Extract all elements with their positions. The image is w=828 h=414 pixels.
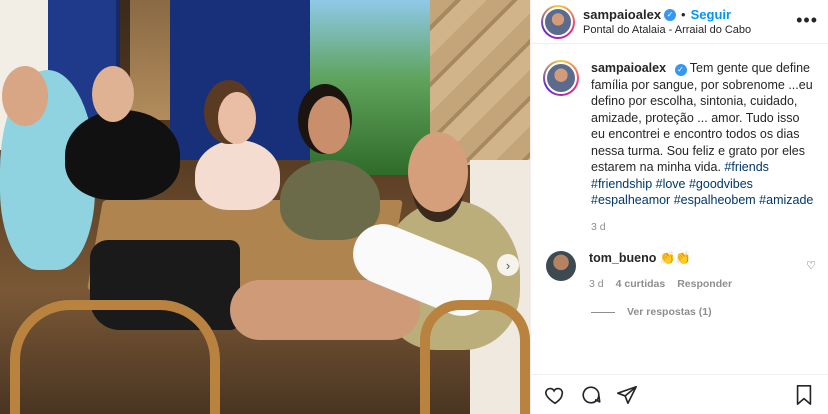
person — [195, 140, 280, 210]
person-head — [2, 66, 48, 126]
person-head — [92, 66, 134, 122]
follow-button[interactable]: Seguir — [691, 7, 731, 22]
post-header: sampaioalex ✓ • Seguir Pontal do Atalaia… — [531, 0, 828, 44]
separator: • — [681, 7, 686, 22]
username-link[interactable]: sampaioalex — [591, 61, 666, 75]
post-caption: sampaioalex ✓ Tem gente que define famíl… — [543, 60, 816, 235]
heart-icon[interactable] — [543, 383, 567, 407]
person — [65, 110, 180, 200]
comments-list[interactable]: sampaioalex ✓ Tem gente que define famíl… — [531, 60, 828, 370]
stone-wall — [130, 0, 175, 120]
comment-text: 👏👏 — [659, 251, 691, 265]
avatar[interactable] — [546, 251, 576, 281]
person-head — [218, 92, 256, 144]
post-photo[interactable]: › — [0, 0, 530, 414]
share-icon[interactable] — [615, 383, 639, 407]
heart-icon[interactable]: ♡ — [806, 259, 816, 272]
person — [280, 160, 380, 240]
post-side-panel: sampaioalex ✓ • Seguir Pontal do Atalaia… — [530, 0, 828, 414]
verified-badge-icon: ✓ — [664, 8, 677, 21]
comment-likes[interactable]: 4 curtidas — [616, 278, 666, 290]
more-options-icon[interactable]: ••• — [796, 10, 818, 31]
avatar[interactable] — [543, 60, 579, 96]
reply-button[interactable]: Responder — [677, 278, 732, 290]
post-time: 3 d — [591, 220, 606, 233]
view-replies-button[interactable]: Ver respostas (1) — [591, 306, 816, 318]
bookmark-icon[interactable] — [792, 383, 816, 407]
location-link[interactable]: Pontal do Atalaia - Arraial do Cabo — [583, 24, 751, 36]
username-link[interactable]: sampaioalex — [583, 7, 661, 22]
chair — [10, 300, 220, 414]
divider — [591, 311, 615, 313]
chair — [420, 300, 530, 414]
avatar[interactable] — [541, 4, 575, 39]
person-head — [408, 132, 468, 212]
action-bar — [531, 374, 828, 414]
comment-username[interactable]: tom_bueno — [589, 251, 656, 265]
comment-time: 3 d — [589, 278, 604, 290]
caption-text: Tem gente que define família por sangue,… — [591, 61, 813, 174]
comment-item: tom_bueno 👏👏 3 d 4 curtidas Responder ♡ — [543, 251, 816, 290]
person-head — [308, 96, 350, 154]
comment-icon[interactable] — [579, 383, 603, 407]
view-replies-label: Ver respostas (1) — [627, 306, 712, 318]
verified-badge-icon: ✓ — [674, 64, 687, 77]
chevron-right-icon[interactable]: › — [497, 254, 519, 276]
